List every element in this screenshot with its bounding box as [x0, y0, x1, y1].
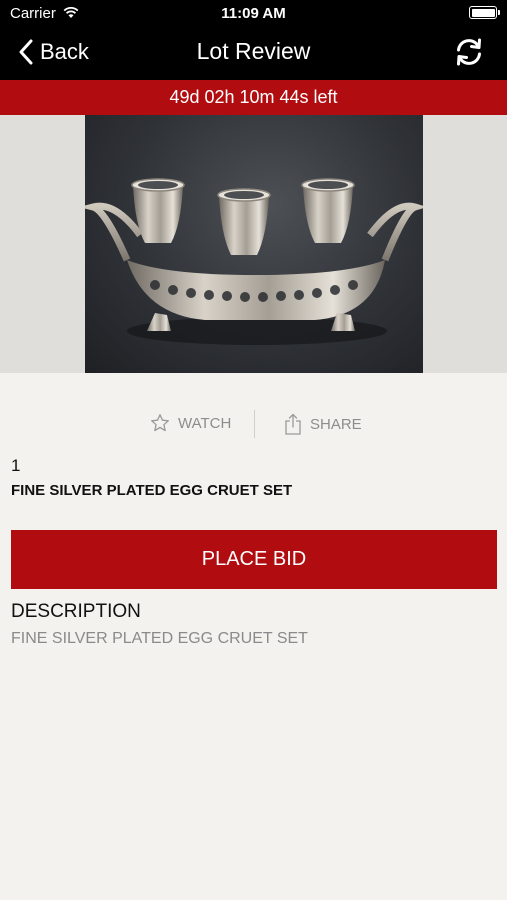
lot-actions: WATCH SHARE [0, 408, 507, 442]
lot-image[interactable] [85, 115, 423, 373]
watch-label: WATCH [178, 414, 232, 432]
clock-time: 11:09 AM [221, 5, 286, 22]
description-text: FINE SILVER PLATED EGG CRUET SET [11, 630, 308, 647]
description-heading: DESCRIPTION [11, 601, 141, 622]
lot-image-area [0, 115, 507, 373]
status-bar: Carrier 11:09 AM [0, 0, 507, 26]
page-title: Lot Review [196, 38, 311, 64]
place-bid-button[interactable]: PLACE BID [11, 530, 497, 589]
refresh-icon[interactable] [453, 36, 485, 68]
star-icon [151, 414, 169, 432]
lot-number: 1 [11, 456, 21, 475]
time-left-banner: 49d 02h 10m 44s left [0, 80, 507, 115]
share-icon [285, 413, 301, 435]
lot-title: FINE SILVER PLATED EGG CRUET SET [11, 482, 293, 499]
actions-divider [254, 410, 255, 438]
egg-cruet-illustration [85, 178, 423, 345]
top-header: Carrier 11:09 AM Back Lot Review [0, 0, 507, 80]
share-button[interactable]: SHARE [284, 413, 362, 435]
share-label: SHARE [310, 415, 362, 433]
watch-button[interactable]: WATCH [150, 413, 231, 433]
battery-icon [469, 6, 500, 19]
